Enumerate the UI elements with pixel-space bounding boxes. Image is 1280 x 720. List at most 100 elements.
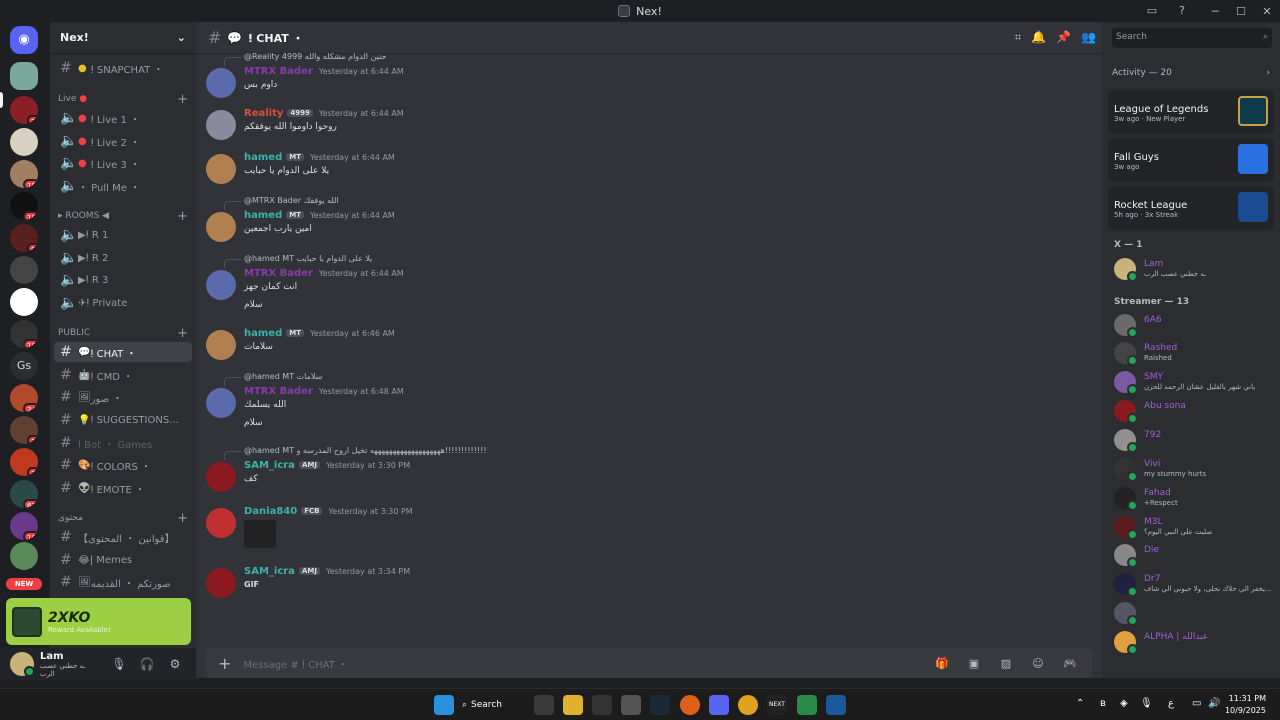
message-author[interactable]: MTRX Bader Yesterday at 6:48 AM <box>244 386 404 397</box>
server-11[interactable]: 1 <box>10 416 38 444</box>
channel-memes[interactable]: # 😂 | Memes <box>54 550 192 570</box>
activity-card[interactable]: Rocket League 5h ago · 3x Streak <box>1108 186 1274 230</box>
help-icon[interactable]: ? <box>1174 4 1190 18</box>
channel-bot-games[interactable]: # ⵑ Bot ・ Games <box>54 433 192 453</box>
channel-r2[interactable]: 🔈 ▶ ⵑ R 2 <box>54 248 192 268</box>
category-content[interactable]: محتوى + <box>58 511 188 526</box>
message-author[interactable]: hamed MT Yesterday at 6:44 AM <box>244 152 395 163</box>
channel-chat[interactable]: # 💬 ⵑ CHAT ・ <box>54 342 192 362</box>
inbox-icon[interactable]: ▭ <box>1144 4 1160 18</box>
nex-icon[interactable]: NEXT <box>767 695 787 715</box>
server-10[interactable]: 24 <box>10 384 38 412</box>
server-15[interactable] <box>10 542 38 570</box>
avatar[interactable] <box>206 388 236 418</box>
server-3[interactable] <box>10 128 38 156</box>
channel-pull-me[interactable]: 🔈 ・ Pull Me ・ <box>54 176 192 196</box>
server-9[interactable]: 16 <box>10 320 38 348</box>
server-8[interactable] <box>10 288 38 316</box>
avatar[interactable] <box>206 68 236 98</box>
members-icon[interactable]: 👥 <box>1081 30 1096 45</box>
message-input[interactable]: Message # ⵑ CHAT ・ <box>243 656 920 671</box>
app-icon[interactable] <box>826 695 846 715</box>
add-channel-icon[interactable]: + <box>177 326 188 341</box>
message-author[interactable]: MTRX Bader Yesterday at 6:44 AM <box>244 66 404 77</box>
channel-live-2[interactable]: 🔈 ● ⵑ Live 2 ・ <box>54 131 192 151</box>
message-author[interactable]: SAM_icra AMJ Yesterday at 3:30 PM <box>244 460 410 471</box>
message-author[interactable]: Reality 4999 Yesterday at 6:44 AM <box>244 108 404 119</box>
taskbar-search[interactable]: ⌕ Search <box>462 695 524 715</box>
channel-snapchat[interactable]: # ● ⵑ SNAPCHAT ・ <box>54 58 192 78</box>
add-channel-icon[interactable]: + <box>177 92 188 107</box>
message-author[interactable]: MTRX Bader Yesterday at 6:44 AM <box>244 268 404 279</box>
avatar[interactable] <box>206 568 236 598</box>
message-author[interactable]: hamed MT Yesterday at 6:46 AM <box>244 328 395 339</box>
channel-rules[interactable]: # 【قوانين ・ المحتوى】 <box>54 527 192 547</box>
minimize-button[interactable]: ─ <box>1202 5 1228 18</box>
member-item[interactable]: Rashed Raished <box>1114 340 1274 366</box>
apps-icon[interactable]: 🎮 <box>1060 657 1080 670</box>
reply-preview[interactable]: @Reality 4999 حنين الدوام مشكله والله <box>223 52 386 66</box>
message-author[interactable]: Dania840 FCB Yesterday at 3:30 PM <box>244 506 413 517</box>
member-item[interactable]: SMY ياني شهر بالقليل عشان الرحمه للحزن <box>1114 369 1274 395</box>
home-button[interactable]: ◉ <box>10 26 38 54</box>
avatar[interactable] <box>206 508 236 538</box>
firefox-icon[interactable] <box>680 695 700 715</box>
guild-header[interactable]: Nex! ⌄ <box>50 22 196 54</box>
gif-icon[interactable]: ▣ <box>964 657 984 670</box>
reply-preview[interactable]: @hamed MT سلامات <box>223 372 322 386</box>
channel-emote[interactable]: # 👽 ⵑ EMOTE ・ <box>54 478 192 498</box>
maximize-button[interactable]: ☐ <box>1228 5 1254 18</box>
app-icon[interactable] <box>592 695 612 715</box>
app-icon[interactable] <box>797 695 817 715</box>
server-4[interactable]: 19 <box>10 160 38 188</box>
server-7[interactable] <box>10 256 38 284</box>
server-13[interactable]: 61 <box>10 480 38 508</box>
store-icon[interactable] <box>534 695 554 715</box>
language-indicator[interactable]: ع <box>1168 698 1174 709</box>
member-item[interactable]: M3L صليت على النبي اليوم؟ <box>1114 514 1274 540</box>
avatar[interactable] <box>206 154 236 184</box>
gear-icon[interactable]: ⚙ <box>164 657 186 671</box>
threads-icon[interactable]: ⌗ <box>1014 30 1021 45</box>
server-14[interactable]: 16 <box>10 512 38 540</box>
volume-icon[interactable]: 🔊 <box>1208 698 1220 709</box>
member-item[interactable]: Abu sona <box>1114 398 1274 424</box>
channel-live-3[interactable]: 🔈 ● ⵑ Live 3 ・ <box>54 153 192 173</box>
chevron-up-icon[interactable]: ⌃ <box>1076 698 1084 709</box>
avatar[interactable] <box>206 212 236 242</box>
server-2[interactable]: 2 <box>10 96 38 124</box>
channel-sor[interactable]: # 🖼 صور ・ <box>54 387 192 407</box>
channel-r1[interactable]: 🔈 ▶ ⵑ R 1 <box>54 225 192 245</box>
tray-icon[interactable]: ◈ <box>1120 698 1128 709</box>
windows-start-icon[interactable] <box>434 695 454 715</box>
activity-card[interactable]: League of Legends 3w ago · New Player <box>1108 90 1274 134</box>
add-attachment-button[interactable]: + <box>218 654 231 673</box>
reply-preview[interactable]: @hamed MT يلا على الدوام يا حبايب <box>223 254 372 268</box>
chrome-icon[interactable] <box>738 695 758 715</box>
discord-icon[interactable] <box>709 695 729 715</box>
app-icon[interactable] <box>621 695 641 715</box>
server-12[interactable]: 7 <box>10 448 38 476</box>
channel-private[interactable]: 🔈 ✈ ⵑ Private <box>54 293 192 313</box>
reply-preview[interactable]: @hamed MT هههههههههههههههههههه تخيل اروح… <box>224 446 487 460</box>
add-channel-icon[interactable]: + <box>177 209 188 224</box>
member-item[interactable]: 792 <box>1114 427 1274 453</box>
headphones-icon[interactable]: 🎧 <box>136 657 158 671</box>
avatar[interactable] <box>206 462 236 492</box>
message-author[interactable]: hamed MT Yesterday at 6:44 AM <box>244 210 395 221</box>
avatar[interactable] <box>206 110 236 140</box>
bell-icon[interactable]: 🔔 <box>1031 30 1046 45</box>
sticker-icon[interactable]: ▨ <box>996 657 1016 670</box>
avatar[interactable] <box>10 652 35 677</box>
pin-icon[interactable]: 📌 <box>1056 30 1071 45</box>
close-button[interactable]: ✕ <box>1254 5 1280 18</box>
channel-colors[interactable]: # 🎨 ⵑ COLORS ・ <box>54 455 192 475</box>
tray-icon[interactable]: ʙ <box>1100 698 1106 709</box>
category-live[interactable]: Live ● + <box>58 92 188 107</box>
category-public[interactable]: PUBLIC + <box>58 326 188 341</box>
image-attachment[interactable] <box>244 520 276 548</box>
server-6[interactable]: 9 <box>10 224 38 252</box>
add-channel-icon[interactable]: + <box>177 511 188 526</box>
server-nex[interactable] <box>10 62 38 90</box>
promo-banner[interactable]: 2XKO Reward Available! <box>6 598 191 645</box>
